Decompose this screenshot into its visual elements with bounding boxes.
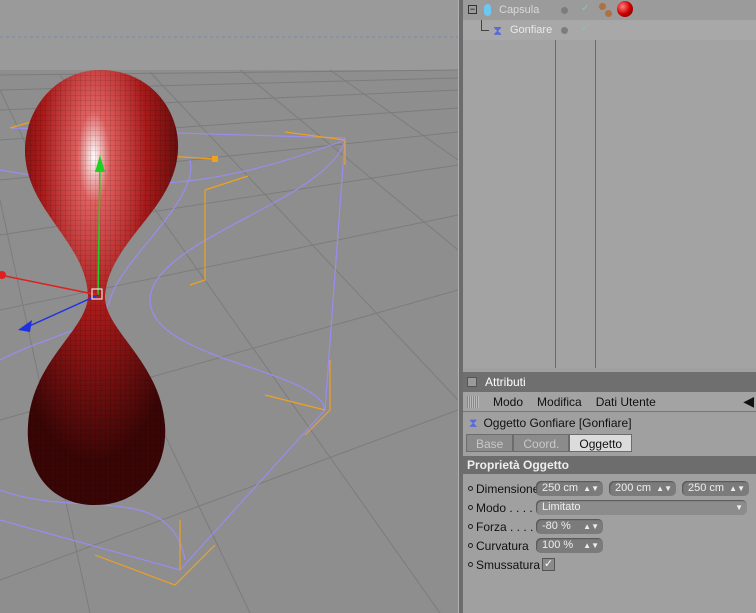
attributes-menu: Modo Modifica Dati Utente ◀ [463,392,756,412]
capsule-icon [484,4,491,16]
strength-field[interactable]: -80 % ▲▼ [536,519,603,534]
tab-base[interactable]: Base [466,434,514,452]
object-row-gonfiare[interactable]: ⧗ Gonfiare ✓ [463,20,756,40]
dimension-z-field[interactable]: 250 cm ▲▼ [682,481,749,496]
bulge-deformer-icon: ⧗ [493,23,503,38]
section-header: Proprietà Oggetto [463,456,756,474]
tab-coord[interactable]: Coord. [513,434,570,452]
bulge-deformer-icon: ⧗ [469,415,478,430]
curvature-field[interactable]: 100 % ▲▼ [536,538,603,553]
grip-icon[interactable] [467,395,479,408]
object-title: Oggetto Gonfiare [Gonfiare] [483,416,632,430]
x-axis [0,274,99,296]
viewport-scene [0,0,458,613]
menu-modo[interactable]: Modo [493,395,523,409]
menu-modifica[interactable]: Modifica [537,395,582,409]
texture-tag-icon[interactable] [605,10,612,17]
back-arrow-icon[interactable]: ◀ [743,393,754,410]
smoothing-checkbox[interactable]: ✓ [542,558,556,571]
material-tag-icon[interactable] [617,1,633,17]
visibility-dot[interactable] [561,27,568,34]
collapse-icon[interactable]: − [468,5,477,14]
tab-oggetto[interactable]: Oggetto [569,434,633,452]
dimension-y-field[interactable]: 200 cm ▲▼ [609,481,676,496]
visibility-dot[interactable] [561,7,568,14]
enabled-check-icon[interactable]: ✓ [581,23,589,34]
attributes-header: Attributi [463,372,756,392]
attributes-manager: Attributi Modo Modifica Dati Utente ◀ ⧗ O… [463,368,756,613]
object-row-capsula[interactable]: − Capsula ✓ [463,0,756,20]
enabled-check-icon[interactable]: ✓ [581,3,589,14]
object-manager: − Capsula ✓ ⧗ Gonfiare ✓ [463,0,756,368]
menu-dati-utente[interactable]: Dati Utente [596,395,656,409]
dimension-x-field[interactable]: 250 cm ▲▼ [536,481,603,496]
3d-viewport[interactable] [0,0,458,613]
mode-dropdown[interactable]: Limitato ▼ [536,500,747,515]
